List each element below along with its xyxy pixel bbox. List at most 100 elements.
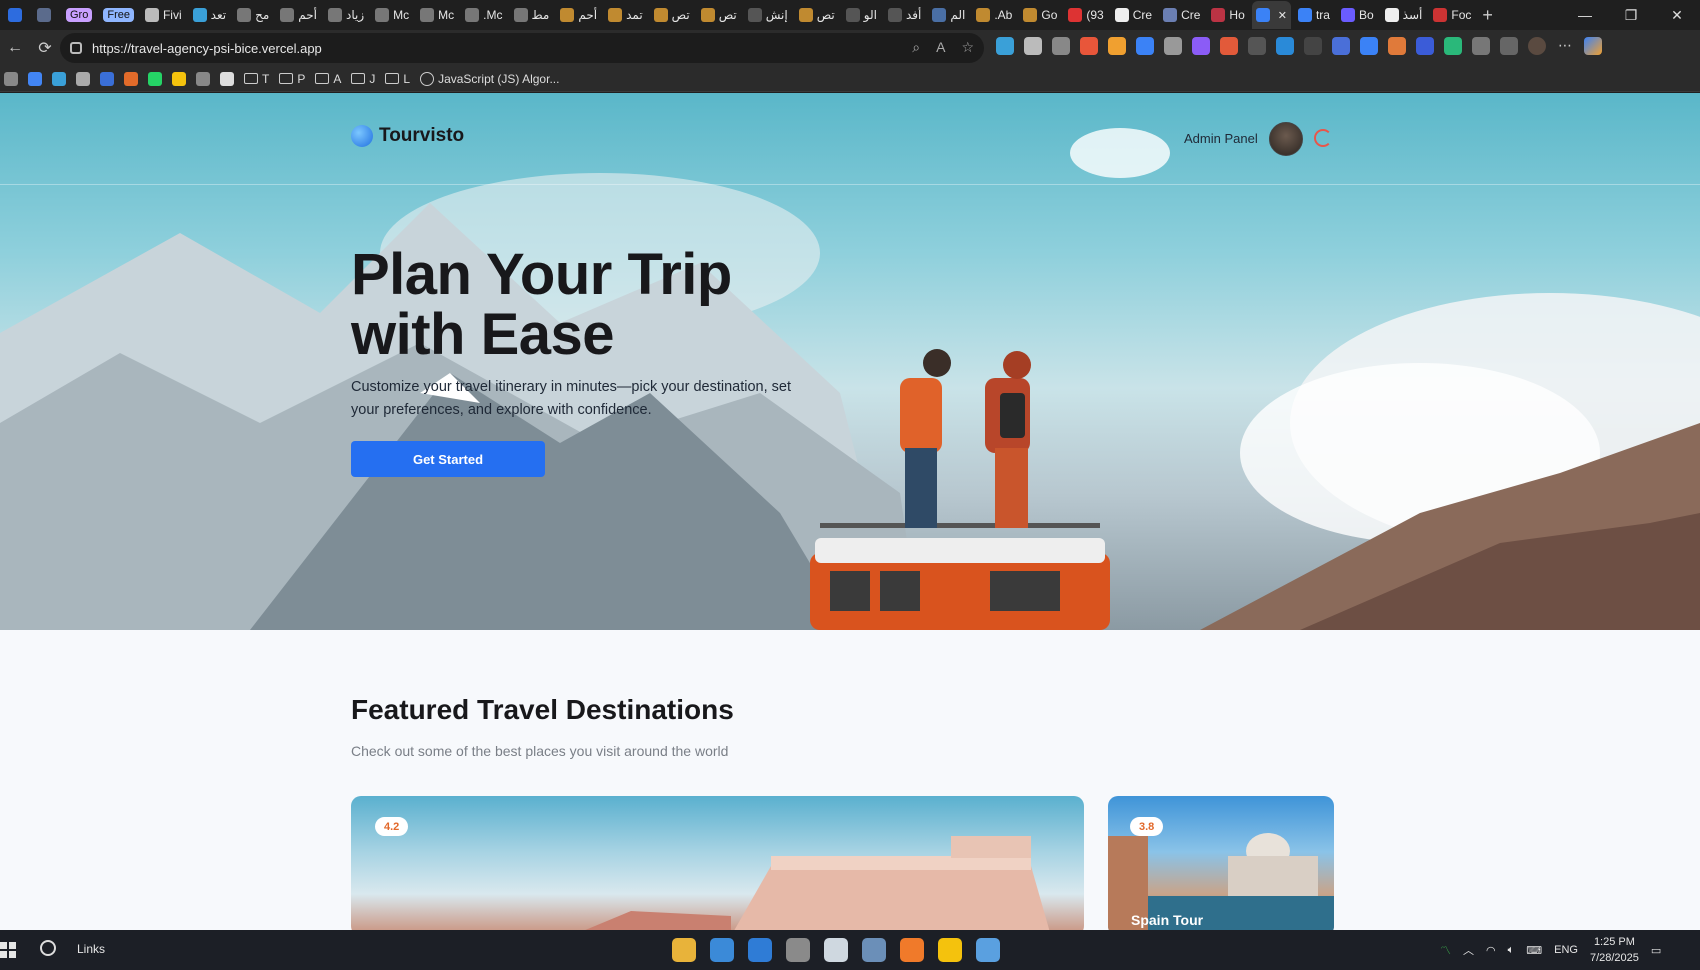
bookmark-item[interactable] [148,71,162,86]
extension-icon[interactable] [1360,37,1378,55]
browser-tab[interactable]: Gro [62,4,96,26]
browser-tab[interactable]: (93 [1064,4,1107,26]
extension-icon[interactable] [1136,37,1154,55]
bookmark-folder[interactable]: L [385,72,410,86]
stock-widget-icon[interactable]: 〽 [1440,942,1451,958]
destination-card[interactable]: 4.2 [351,796,1084,930]
destination-card[interactable]: 3.8 Spain Tour [1108,796,1334,930]
browser-tab[interactable]: زياد [324,4,368,26]
bookmark-item[interactable] [76,71,90,86]
taskbar-app-icon[interactable] [710,938,734,962]
extension-icon[interactable] [1192,37,1210,55]
browser-tab[interactable]: مط [510,4,554,26]
bookmark-item[interactable] [220,71,234,86]
taskbar-search-label[interactable]: Links [77,942,105,956]
browser-tab[interactable]: أحم [556,4,601,26]
browser-tab[interactable]: تعد [189,4,230,26]
browser-tab[interactable] [4,4,30,26]
extension-icon[interactable] [1024,37,1042,55]
bookmark-item[interactable] [196,71,210,86]
bookmark-folder[interactable]: P [279,72,305,86]
extension-icon[interactable] [996,37,1014,55]
copilot-icon[interactable] [1584,37,1602,55]
site-logo[interactable]: Tourvisto [351,125,464,147]
extension-icon[interactable] [1052,37,1070,55]
extension-icon[interactable] [1388,37,1406,55]
browser-tab[interactable]: Go [1019,4,1061,26]
admin-panel-link[interactable]: Admin Panel [1184,131,1258,146]
reload-icon[interactable]: ⟳ [30,33,60,63]
browser-tab[interactable]: أسذ [1381,4,1427,26]
extensions-puzzle-icon[interactable] [1472,37,1490,55]
minimize-icon[interactable]: — [1562,0,1608,30]
search-icon[interactable] [40,940,56,956]
browser-tab[interactable]: إنش [744,4,792,26]
new-tab-button[interactable]: + [1478,4,1502,26]
browser-tab[interactable]: Ho [1207,4,1248,26]
taskbar-app-icon[interactable] [976,938,1000,962]
favorites-icon[interactable] [1500,37,1518,55]
user-avatar[interactable] [1269,122,1303,156]
zoom-icon[interactable]: ⌕ [912,39,920,56]
bookmark-item[interactable] [28,71,42,86]
restore-icon[interactable]: ❐ [1608,0,1654,30]
language-indicator[interactable]: ENG [1554,944,1578,956]
volume-icon[interactable]: 🔈︎ [1508,944,1515,957]
bookmark-folder[interactable]: J [351,72,375,86]
browser-tab[interactable]: تص [650,4,694,26]
back-icon[interactable]: ← [0,33,30,63]
extension-icon[interactable] [1276,37,1294,55]
keyboard-icon[interactable]: ⌨ [1526,944,1542,957]
browser-tab[interactable]: Free [99,4,138,26]
browser-tab[interactable]: الم [928,4,969,26]
browser-tab[interactable]: Foc [1429,4,1475,26]
get-started-button[interactable]: Get Started [351,441,545,477]
taskbar-app-icon[interactable] [900,938,924,962]
bookmark-item[interactable] [172,71,186,86]
taskbar-app-icon[interactable] [786,938,810,962]
bookmark-item[interactable] [100,71,114,86]
browser-tab[interactable]: Cre [1111,4,1156,26]
bookmark-item[interactable] [52,71,66,86]
taskbar-app-icon[interactable] [862,938,886,962]
browser-tab[interactable]: Mc [371,4,413,26]
browser-tab[interactable]: أفد [884,4,925,26]
browser-tab[interactable]: تص [697,4,741,26]
tray-chevron-icon[interactable]: ︿ [1463,942,1474,958]
clock[interactable]: 1:25 PM 7/28/2025 [1590,934,1639,966]
browser-tab[interactable]: Mc [416,4,458,26]
browser-tab[interactable]: مح [233,4,273,26]
close-window-icon[interactable]: ✕ [1654,0,1700,30]
extension-icon[interactable] [1164,37,1182,55]
extension-icon[interactable] [1304,37,1322,55]
taskbar-app-icon[interactable] [748,938,772,962]
browser-tab[interactable]: تص [795,4,839,26]
extension-icon[interactable] [1080,37,1098,55]
browser-tab[interactable]: الو [842,4,881,26]
browser-tab[interactable]: .Ab [972,4,1016,26]
notification-icon[interactable]: ▭ [1651,944,1661,957]
extension-icon[interactable] [1108,37,1126,55]
browser-tab[interactable]: Fivi [141,4,186,26]
bookmark-folder[interactable]: T [244,72,269,86]
extension-icon[interactable] [1416,37,1434,55]
taskbar-app-icon[interactable] [938,938,962,962]
extension-icon[interactable] [1332,37,1350,55]
profile-avatar-icon[interactable] [1528,37,1546,55]
extension-icon[interactable] [1220,37,1238,55]
browser-tab[interactable] [33,4,59,26]
browser-tab[interactable]: .Mc [461,4,506,26]
taskbar-app-icon[interactable] [672,938,696,962]
sidebar-toggle-icon[interactable] [4,71,18,86]
start-menu-icon[interactable] [0,942,16,958]
favorite-star-icon[interactable]: ☆ [961,39,974,56]
close-tab-icon[interactable]: ✕ [1278,9,1287,22]
read-aloud-icon[interactable]: A [936,39,945,56]
extension-icon[interactable] [1248,37,1266,55]
more-menu-icon[interactable]: ⋯ [1556,37,1574,55]
bookmark-item[interactable]: JavaScript (JS) Algor... [420,71,559,86]
bookmark-item[interactable] [124,71,138,86]
wifi-icon[interactable]: ◠ [1486,944,1496,957]
extension-icon[interactable] [1444,37,1462,55]
address-bar[interactable]: https://travel-agency-psi-bice.vercel.ap… [60,33,984,63]
